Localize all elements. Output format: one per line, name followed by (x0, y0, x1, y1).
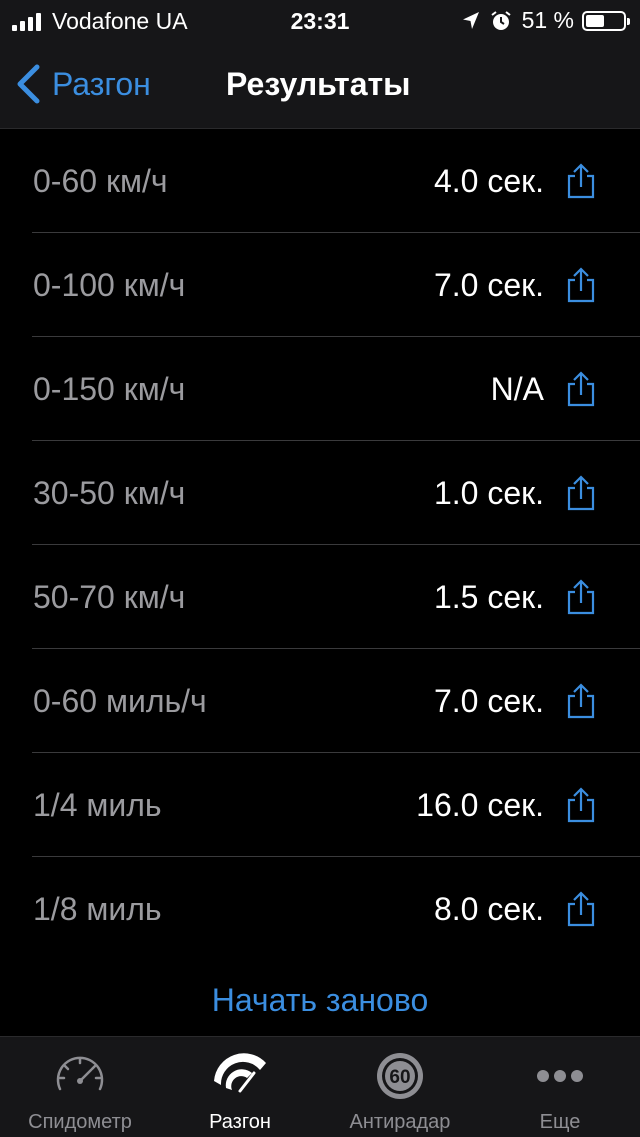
chevron-left-icon (17, 64, 40, 104)
share-icon[interactable] (566, 787, 596, 823)
result-value: 4.0 сек. (433, 163, 544, 199)
result-row: 1/8 миль 8.0 сек. (0, 857, 640, 961)
result-label: 1/4 миль (33, 787, 162, 823)
result-label: 0-100 км/ч (33, 267, 186, 303)
result-value: 8.0 сек. (433, 891, 544, 927)
result-row: 1/4 миль 16.0 сек. (0, 753, 640, 857)
share-icon[interactable] (566, 891, 596, 927)
location-arrow-icon (462, 11, 479, 29)
result-value: 1.5 сек. (433, 579, 544, 615)
tab-antiradar[interactable]: 60 Антирадар (320, 1037, 480, 1137)
restart-button[interactable]: Начать заново (0, 982, 640, 1019)
status-bar: Vodafone UA 23:31 51 % (0, 0, 640, 40)
result-label: 1/8 миль (33, 891, 162, 927)
alarm-icon (490, 10, 511, 30)
speedometer-icon (56, 1056, 104, 1091)
radar-badge: 60 (389, 1067, 410, 1088)
result-row: 0-150 км/ч N/A (0, 337, 640, 441)
share-icon[interactable] (566, 579, 596, 615)
result-value: N/A (490, 371, 544, 407)
result-row: 0-100 км/ч 7.0 сек. (0, 233, 640, 337)
tab-speedometer[interactable]: Спидометр (0, 1037, 160, 1137)
tab-label: Спидометр (28, 1111, 132, 1133)
page-title: Результаты (226, 66, 411, 102)
acceleration-icon (214, 1053, 266, 1093)
result-value: 16.0 сек. (416, 787, 544, 823)
result-label: 0-150 км/ч (33, 371, 186, 407)
share-icon[interactable] (566, 163, 596, 199)
result-value: 1.0 сек. (433, 475, 544, 511)
result-label: 0-60 км/ч (33, 163, 168, 199)
navigation-bar: Разгон Результаты (0, 40, 640, 129)
share-icon[interactable] (566, 475, 596, 511)
more-icon (537, 1070, 583, 1082)
result-row: 50-70 км/ч 1.5 сек. (0, 545, 640, 649)
battery-icon (582, 10, 630, 31)
result-label: 30-50 км/ч (33, 475, 186, 511)
battery-percent: 51 % (521, 7, 574, 33)
tab-more[interactable]: Еще (480, 1037, 640, 1137)
back-button-label: Разгон (52, 65, 151, 102)
share-icon[interactable] (566, 371, 596, 407)
result-row: 0-60 км/ч 4.0 сек. (0, 129, 640, 233)
tab-label: Еще (539, 1111, 581, 1133)
result-value: 7.0 сек. (433, 267, 544, 303)
status-right: 51 % (462, 7, 630, 34)
tab-bar: Спидометр Разгон 60 Антирадар Еще (0, 1036, 640, 1137)
back-button[interactable]: Разгон (16, 64, 151, 104)
result-row: 30-50 км/ч 1.0 сек. (0, 441, 640, 545)
tab-label: Антирадар (349, 1111, 451, 1133)
results-list: 0-60 км/ч 4.0 сек. 0-100 км/ч 7.0 сек. 0… (0, 129, 640, 961)
result-label: 0-60 миль/ч (33, 683, 207, 719)
result-label: 50-70 км/ч (33, 579, 186, 615)
share-icon[interactable] (566, 267, 596, 303)
radar-60-icon: 60 (377, 1053, 423, 1099)
share-icon[interactable] (566, 683, 596, 719)
tab-label: Разгон (209, 1111, 271, 1133)
result-value: 7.0 сек. (433, 683, 544, 719)
result-row: 0-60 миль/ч 7.0 сек. (0, 649, 640, 753)
tab-acceleration[interactable]: Разгон (160, 1037, 320, 1137)
